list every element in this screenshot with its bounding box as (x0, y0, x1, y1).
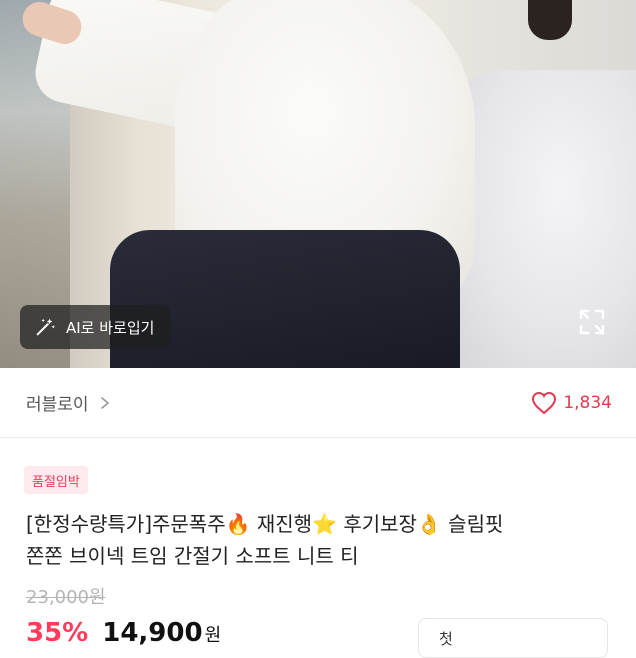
seller-name: 러블로이 (26, 395, 89, 415)
product-title-line1: [한정수량특가]주문폭주🔥 재진행⭐ 후기보장👌 슬림핏 (26, 512, 504, 536)
photo-hair (528, 0, 572, 40)
sale-price: 14,900 (102, 618, 203, 648)
product-image[interactable]: AI로 바로입기 (0, 0, 636, 368)
like-count: 1,834 (563, 392, 612, 413)
original-price: 23,000원 (26, 587, 106, 608)
seller-row: 러블로이 1,834 (0, 368, 636, 438)
discount-rate: 35% (26, 618, 89, 648)
like-button[interactable]: 1,834 (531, 391, 612, 415)
heart-outline-icon (532, 391, 557, 414)
price-row: 35% 14,900 원 (26, 618, 221, 648)
coupon-prefix: 첫 (439, 629, 453, 648)
magic-wand-icon (36, 318, 55, 336)
ai-try-on-label: AI로 바로입기 (66, 318, 155, 337)
product-title-line2: 쫀쫀 브이넥 트임 간절기 소프트 니트 티 (26, 544, 359, 568)
sold-out-soon-badge: 품절임박 (24, 466, 88, 494)
expand-icon[interactable] (578, 308, 606, 336)
ai-try-on-button[interactable]: AI로 바로입기 (20, 305, 171, 349)
product-title: [한정수량특가]주문폭주🔥 재진행⭐ 후기보장👌 슬림핏 쫀쫀 브이넥 트임 간… (26, 508, 616, 572)
seller-link[interactable]: 러블로이 (26, 390, 111, 415)
coupon-button[interactable]: 첫 (418, 618, 608, 658)
chevron-right-icon (100, 396, 109, 409)
